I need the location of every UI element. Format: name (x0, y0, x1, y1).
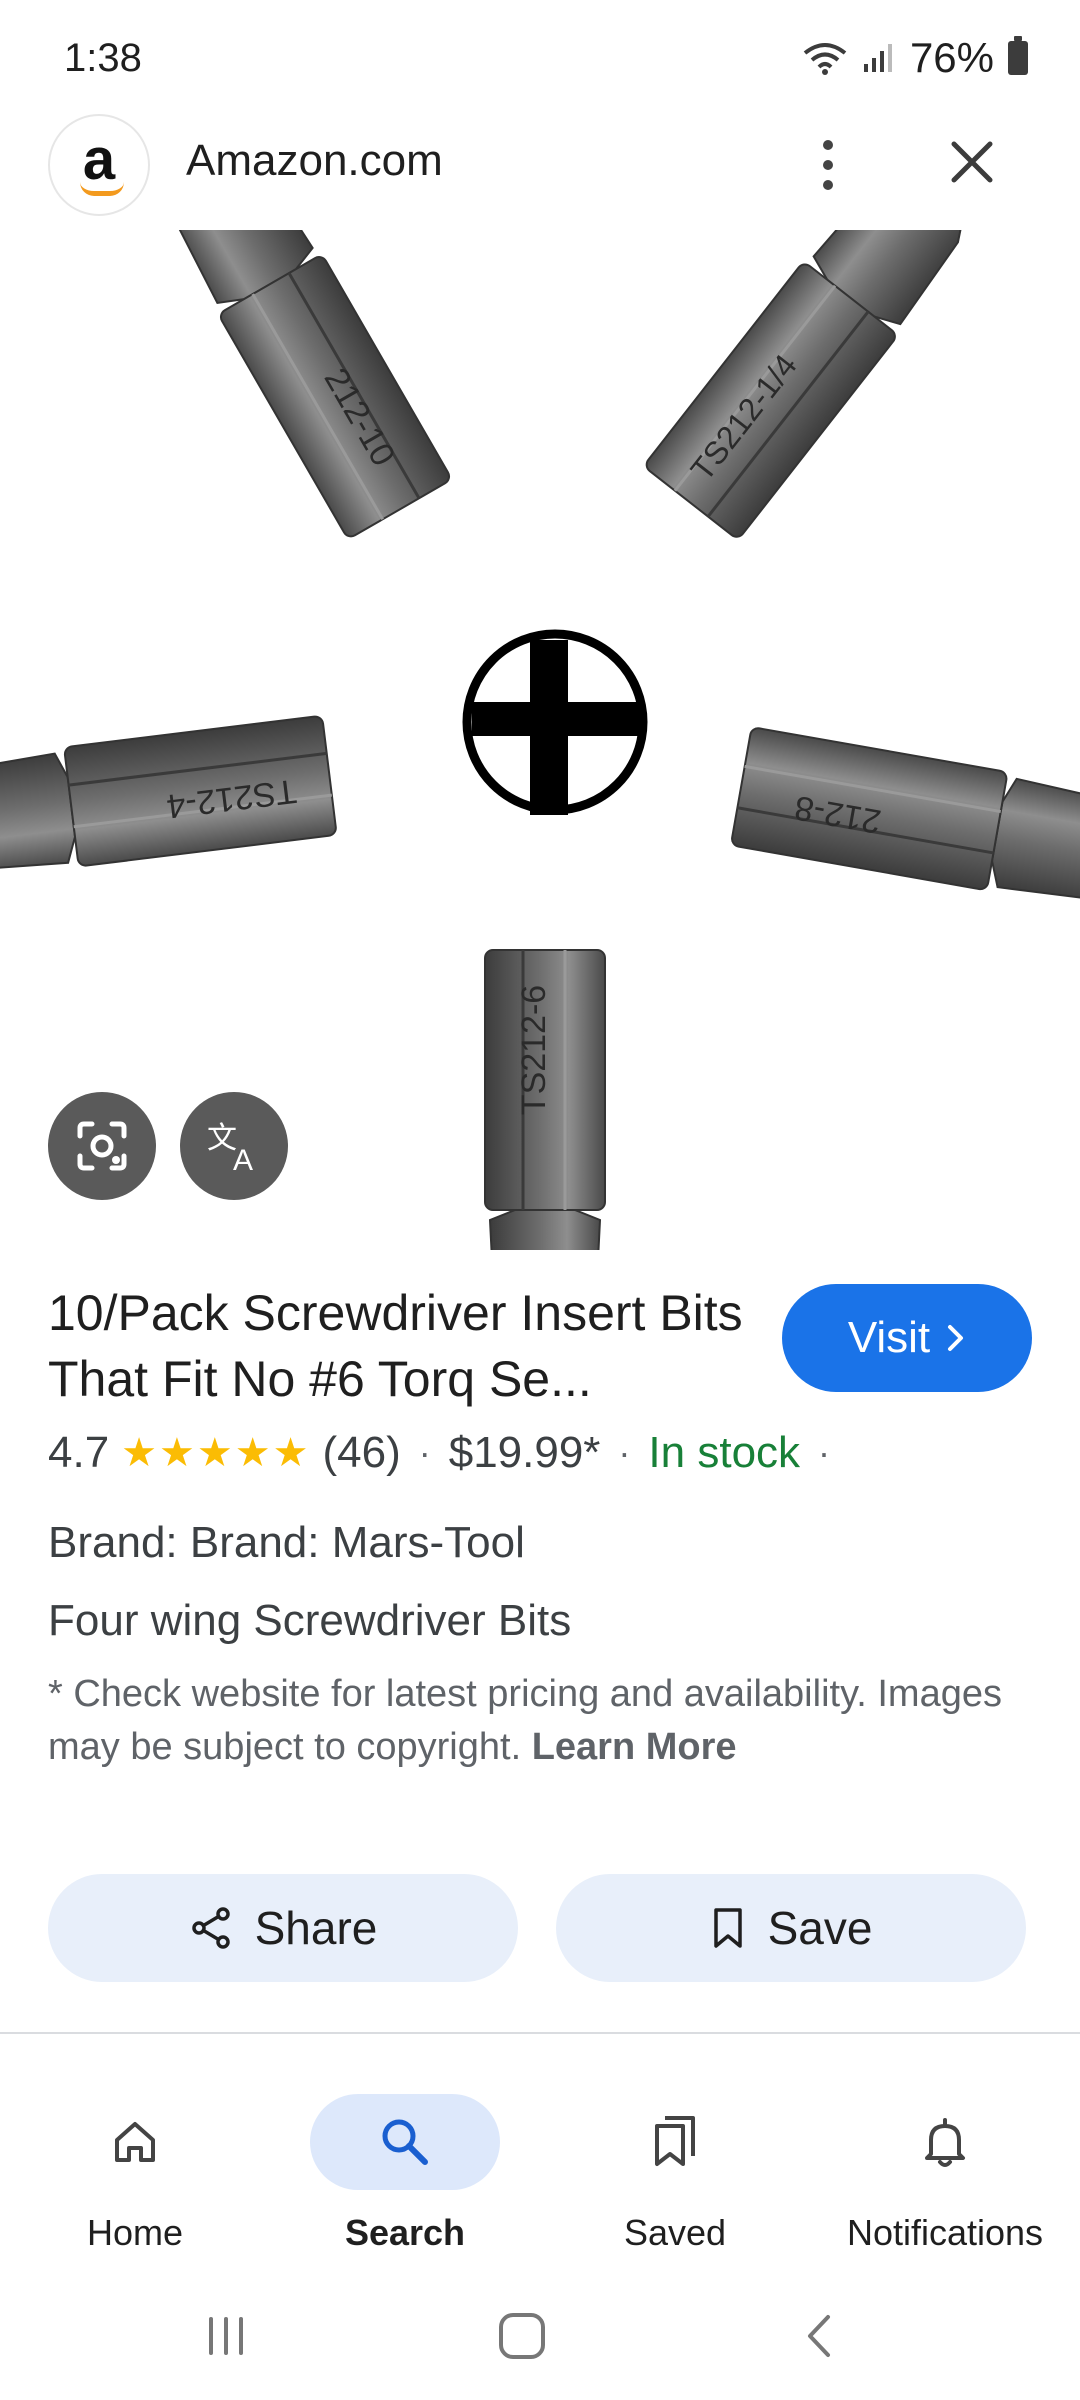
wifi-icon (803, 43, 847, 75)
recent-apps-button[interactable] (176, 2298, 276, 2374)
share-icon (191, 1907, 230, 1949)
status-bar: 1:38 76% (0, 0, 1080, 120)
bottom-nav: Home Search Saved Notifications (0, 2080, 1080, 2270)
nav-home[interactable]: Home (0, 2080, 270, 2270)
learn-more-link[interactable]: Learn More (532, 1726, 737, 1768)
bit-label: TS212-6 (515, 985, 553, 1115)
availability-status: In stock (648, 1428, 801, 1477)
signal-icon (863, 44, 892, 72)
visit-label: Visit (847, 1313, 931, 1362)
source-header: a Amazon.com (0, 110, 1080, 220)
status-time: 1:38 (64, 36, 142, 80)
disclaimer: * Check website for latest pricing and a… (48, 1668, 1028, 1774)
site-logo[interactable]: a (48, 114, 150, 216)
home-system-button[interactable] (472, 2298, 572, 2374)
nav-icon-container (850, 2094, 1040, 2190)
logo-letter: a (82, 127, 116, 192)
back-icon (808, 2315, 830, 2357)
nav-label: Notifications (846, 2212, 1044, 2253)
description-line: Four wing Screwdriver Bits (48, 1596, 572, 1645)
product-image[interactable]: 212-10 TS212-1/4 TS212-4 212-8 TS212-6 (0, 230, 1080, 1250)
rating-row: 4.7 ★★★★★ (46) · $19.99* · In stock · (48, 1428, 848, 1478)
rating-value: 4.7 (48, 1428, 110, 1477)
separator-dot: · (618, 1432, 631, 1473)
system-nav-bar (0, 2270, 1080, 2400)
logo-smile-icon (80, 182, 124, 196)
saved-icon (655, 2116, 695, 2166)
more-dot (823, 160, 833, 170)
battery-icon (1008, 36, 1028, 75)
home-icon (115, 2122, 155, 2162)
bit-left: TS212-4 (0, 714, 339, 887)
price: $19.99* (448, 1428, 601, 1477)
nav-label: Home (86, 2212, 184, 2253)
bit-bottom: TS212-6 (483, 948, 607, 1250)
more-dot (823, 140, 833, 150)
home-button-icon (499, 2313, 545, 2359)
translate-icon: 文 A (207, 1121, 253, 1176)
camera-lens-icon (77, 1121, 127, 1171)
close-button[interactable] (934, 124, 1010, 200)
share-button[interactable]: Share (48, 1874, 518, 1982)
save-label: Save (767, 1902, 873, 1954)
product-title[interactable]: 10/Pack Screwdriver Insert Bits That Fit… (48, 1280, 748, 1412)
search-icon (382, 2119, 428, 2165)
battery-percent: 76% (909, 34, 994, 81)
disclaimer-text: * Check website for latest pricing and a… (48, 1673, 1002, 1768)
svg-text:A: A (233, 1144, 253, 1176)
bell-icon (925, 2118, 965, 2167)
back-button[interactable] (770, 2298, 870, 2374)
lens-button[interactable] (48, 1092, 156, 1200)
recent-apps-icon (209, 2317, 243, 2355)
nav-saved[interactable]: Saved (540, 2080, 810, 2270)
translate-button[interactable]: 文 A (180, 1092, 288, 1200)
bookmark-icon (713, 1908, 742, 1948)
bit-top-right: TS212-1/4 (641, 230, 992, 542)
nav-icon-container (40, 2094, 230, 2190)
share-label: Share (254, 1902, 378, 1954)
more-dot (823, 180, 833, 190)
separator-dot: · (818, 1432, 831, 1473)
separator-dot: · (418, 1432, 431, 1473)
brand-line: Brand: Brand: Mars-Tool (48, 1518, 525, 1567)
chevron-right-icon (948, 1325, 964, 1351)
more-options-button[interactable] (800, 120, 856, 210)
bit-top-left: 212-10 (141, 230, 454, 541)
nav-search[interactable]: Search (270, 2080, 540, 2270)
nav-label: Search (344, 2212, 466, 2253)
bit-right: 212-8 (729, 725, 1080, 918)
star-rating-icon: ★★★★★ (121, 1431, 311, 1475)
divider (0, 2032, 1080, 2034)
nav-notifications[interactable]: Notifications (810, 2080, 1080, 2270)
visit-button[interactable]: Visit (782, 1284, 1032, 1392)
status-icons: 76% (802, 34, 1028, 82)
nav-icon-container (310, 2094, 500, 2190)
nav-label: Saved (623, 2212, 727, 2253)
nav-icon-container (580, 2094, 770, 2190)
save-button[interactable]: Save (556, 1874, 1026, 1982)
site-name[interactable]: Amazon.com (186, 136, 443, 186)
review-count: (46) (322, 1428, 401, 1477)
four-wing-symbol-icon (462, 629, 648, 815)
